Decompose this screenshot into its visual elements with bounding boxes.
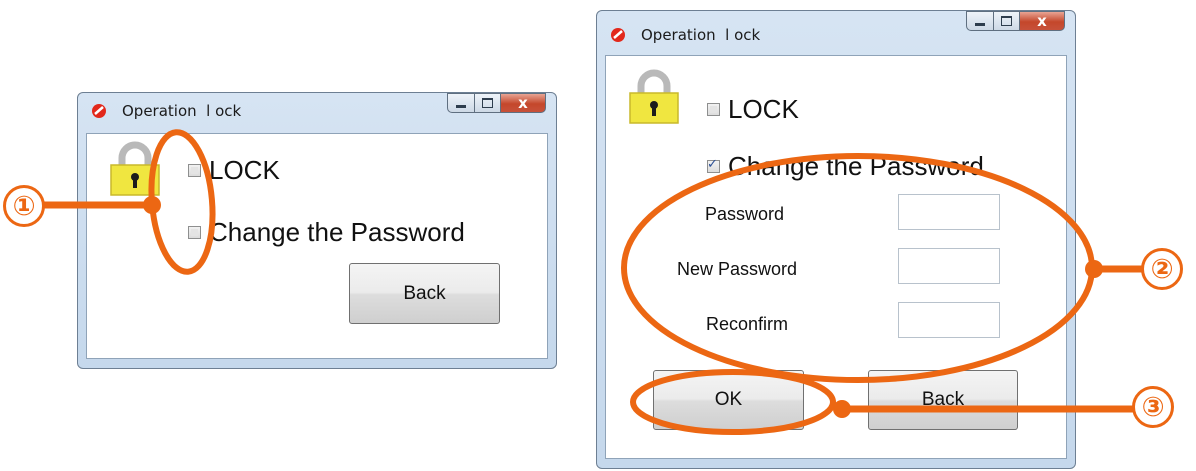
highlight-ellipse-ok-button xyxy=(630,369,836,435)
connector-dot-1 xyxy=(143,196,161,214)
annotation-marker-3: ③ xyxy=(1132,386,1174,428)
annotation-marker-2: ② xyxy=(1141,248,1183,290)
connector-dot-2 xyxy=(1085,260,1103,278)
highlight-ellipse-password-fields xyxy=(621,153,1095,383)
annotation-marker-1: ① xyxy=(3,185,45,227)
annotation-overlay xyxy=(44,129,1143,435)
connector-dot-3 xyxy=(833,400,851,418)
